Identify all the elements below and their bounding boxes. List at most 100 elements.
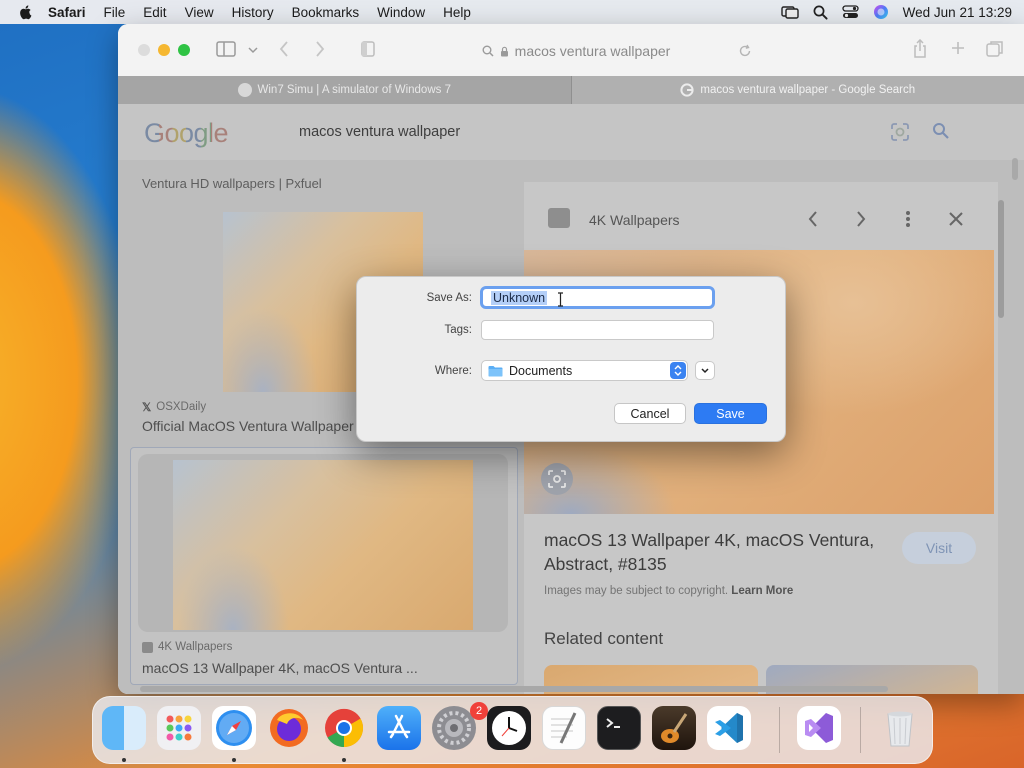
close-icon[interactable]	[948, 211, 964, 227]
finder-icon[interactable]	[102, 706, 146, 750]
menu-view[interactable]: View	[185, 5, 214, 20]
menu-bar: Safari File Edit View History Bookmarks …	[0, 0, 1024, 24]
terminal-icon[interactable]	[597, 706, 641, 750]
lens-search-icon[interactable]	[540, 462, 574, 496]
menu-history[interactable]: History	[232, 5, 274, 20]
google-lens-icon[interactable]	[890, 122, 910, 142]
related-content-heading: Related content	[544, 629, 664, 648]
address-text: macos ventura wallpaper	[514, 43, 671, 59]
address-bar[interactable]: macos ventura wallpaper	[394, 37, 758, 65]
where-label: Where:	[434, 365, 472, 377]
tab-win7-simu[interactable]: Win7 Simu | A simulator of Windows 7	[118, 76, 571, 104]
win7-favicon-icon	[237, 83, 252, 97]
tab-google-search[interactable]: macos ventura wallpaper - Google Search	[570, 76, 1024, 104]
google-logo[interactable]: Google	[144, 118, 229, 149]
menubar-clock[interactable]: Wed Jun 21 13:29	[903, 5, 1012, 20]
launchpad-icon[interactable]	[157, 706, 201, 750]
close-window-button[interactable]	[138, 44, 150, 56]
siri-icon[interactable]	[873, 4, 889, 20]
previous-icon[interactable]	[806, 210, 820, 228]
tags-label: Tags:	[444, 324, 473, 336]
lock-icon	[500, 46, 508, 56]
result-title[interactable]: Official MacOS Ventura Wallpaper	[142, 418, 354, 434]
google-logo-text: Google	[144, 118, 229, 148]
menu-window[interactable]: Window	[377, 5, 425, 20]
chevron-down-icon	[701, 368, 709, 374]
preview-title[interactable]: macOS 13 Wallpaper 4K, macOS Ventura, Ab…	[544, 528, 904, 576]
panel-scrollbar[interactable]	[998, 200, 1004, 318]
tab-overview-icon[interactable]	[986, 40, 1004, 58]
result-source-label: 4K Wallpapers	[158, 641, 233, 653]
safari-toolbar: macos ventura wallpaper	[118, 24, 1024, 77]
dock-separator	[779, 707, 780, 753]
result-caption-pxfuel[interactable]: Ventura HD wallpapers | Pxfuel	[142, 176, 322, 191]
expand-dialog-button[interactable]	[695, 361, 715, 380]
garageband-icon[interactable]	[652, 706, 696, 750]
page-scrollbar[interactable]	[1012, 158, 1018, 180]
save-button[interactable]: Save	[694, 403, 767, 424]
spotlight-search-icon[interactable]	[813, 5, 828, 20]
sidebar-toggle-icon[interactable]	[216, 40, 236, 58]
reader-shield-icon[interactable]	[360, 40, 376, 58]
menu-app-safari[interactable]: Safari	[48, 5, 86, 20]
image-result-4kwallpapers[interactable]: 4K Wallpapers macOS 13 Wallpaper 4K, mac…	[130, 447, 518, 685]
menu-bookmarks[interactable]: Bookmarks	[292, 5, 360, 20]
firefox-icon[interactable]	[267, 706, 311, 750]
google-search-input[interactable]: macos ventura wallpaper	[278, 114, 973, 150]
menu-help[interactable]: Help	[443, 5, 471, 20]
forward-icon[interactable]	[314, 40, 326, 58]
where-select[interactable]: Documents	[481, 360, 688, 381]
google-search-icon[interactable]	[932, 122, 950, 140]
menu-file[interactable]: File	[104, 5, 126, 20]
reload-icon[interactable]	[738, 44, 752, 58]
dock: 2	[92, 696, 933, 764]
horizontal-scrollbar[interactable]	[140, 686, 888, 692]
learn-more-link[interactable]: Learn More	[731, 585, 793, 597]
next-icon[interactable]	[854, 210, 868, 228]
google-header: Google macos ventura wallpaper	[118, 104, 1024, 160]
chrome-icon[interactable]	[322, 706, 366, 750]
control-center-icon[interactable]	[842, 5, 859, 19]
text-cursor-icon	[558, 292, 563, 307]
vscode-icon[interactable]	[707, 706, 751, 750]
panel-source[interactable]: 4K Wallpapers	[589, 212, 680, 228]
share-icon[interactable]	[912, 39, 928, 59]
new-tab-icon[interactable]	[950, 40, 966, 56]
google-query: macos ventura wallpaper	[299, 124, 461, 140]
result-source: 4K Wallpapers	[142, 641, 232, 653]
4k-favicon-icon	[142, 641, 153, 653]
chevron-down-icon[interactable]	[248, 46, 258, 54]
notification-badge: 2	[470, 702, 488, 720]
save-as-value: Unknown	[491, 290, 548, 305]
trash-icon[interactable]	[878, 706, 922, 750]
app-store-icon[interactable]	[377, 706, 421, 750]
copyright-notice: Images may be subject to copyright. Lear…	[544, 585, 793, 597]
search-icon	[482, 45, 494, 57]
running-indicator	[342, 758, 346, 762]
cancel-button[interactable]: Cancel	[614, 403, 686, 424]
save-as-field[interactable]: Unknown	[480, 286, 715, 309]
panel-header: 4K Wallpapers	[524, 182, 998, 252]
result-thumbnail[interactable]	[173, 460, 473, 630]
apple-menu-icon[interactable]	[18, 4, 34, 20]
back-icon[interactable]	[278, 40, 290, 58]
save-as-label: Save As:	[426, 292, 472, 304]
visual-studio-icon[interactable]	[797, 706, 841, 750]
more-options-icon[interactable]	[905, 210, 911, 228]
visit-button[interactable]: Visit	[902, 532, 976, 564]
result-title[interactable]: macOS 13 Wallpaper 4K, macOS Ventura ...	[142, 660, 418, 676]
zoom-window-button[interactable]	[178, 44, 190, 56]
running-indicator	[232, 758, 236, 762]
save-dialog: Save As: Unknown Tags: Where: Documents …	[356, 276, 786, 442]
safari-icon[interactable]	[212, 706, 256, 750]
4k-logo-icon	[548, 208, 570, 228]
textedit-icon[interactable]	[542, 706, 586, 750]
osxdaily-favicon-icon: 𝕏	[142, 402, 152, 414]
folder-icon	[488, 365, 503, 376]
tags-field[interactable]	[481, 320, 714, 340]
screen-mirroring-icon[interactable]	[780, 5, 799, 19]
minimize-window-button[interactable]	[158, 44, 170, 56]
menu-edit[interactable]: Edit	[143, 5, 166, 20]
tab-label: Win7 Simu | A simulator of Windows 7	[257, 84, 451, 96]
clock-icon[interactable]	[487, 706, 531, 750]
